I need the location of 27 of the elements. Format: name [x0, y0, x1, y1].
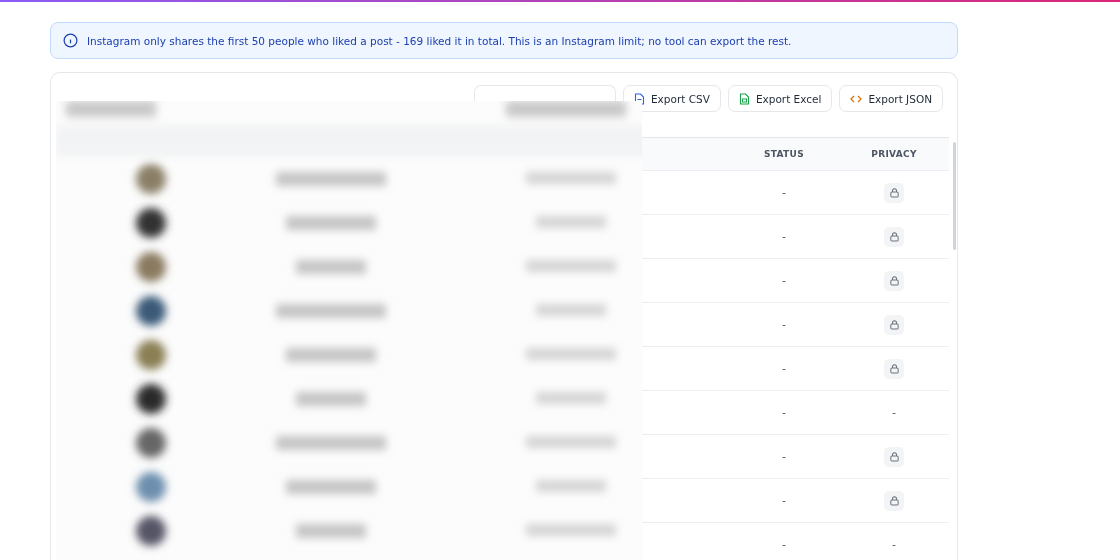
export-button[interactable]: Export JSON: [839, 85, 943, 112]
table-cell: -: [782, 318, 786, 331]
info-text: Instagram only shares the first 50 people who liked a post - 169 liked it in total. This is an Instagram limit; no tool can export the rest.: [87, 34, 792, 47]
export-button[interactable]: Export Excel: [727, 85, 833, 112]
table-cell: -: [782, 450, 786, 463]
table-cell: -: [892, 538, 896, 551]
column-header: STATUS: [764, 149, 804, 159]
lock-icon: [884, 490, 904, 511]
lock-icon: [884, 226, 904, 247]
lock-icon: [884, 446, 904, 467]
lock-icon: [884, 182, 904, 203]
table-cell: -: [782, 186, 786, 199]
export-button[interactable]: Export CSV: [623, 85, 721, 112]
info-icon: [63, 33, 78, 48]
lock-icon: [884, 314, 904, 335]
table-cell: -: [782, 230, 786, 243]
table-cell: -: [782, 362, 786, 375]
table-cell: -: [782, 538, 786, 551]
column-header: PRIVACY: [871, 149, 917, 159]
table-cell: -: [782, 494, 786, 507]
table-cell: -: [892, 406, 896, 419]
table-cell: -: [782, 274, 786, 287]
table-cell: -: [782, 406, 786, 419]
lock-icon: [884, 270, 904, 291]
code-icon: [850, 93, 863, 104]
spreadsheet-icon: [738, 92, 750, 105]
lock-icon: [884, 358, 904, 379]
